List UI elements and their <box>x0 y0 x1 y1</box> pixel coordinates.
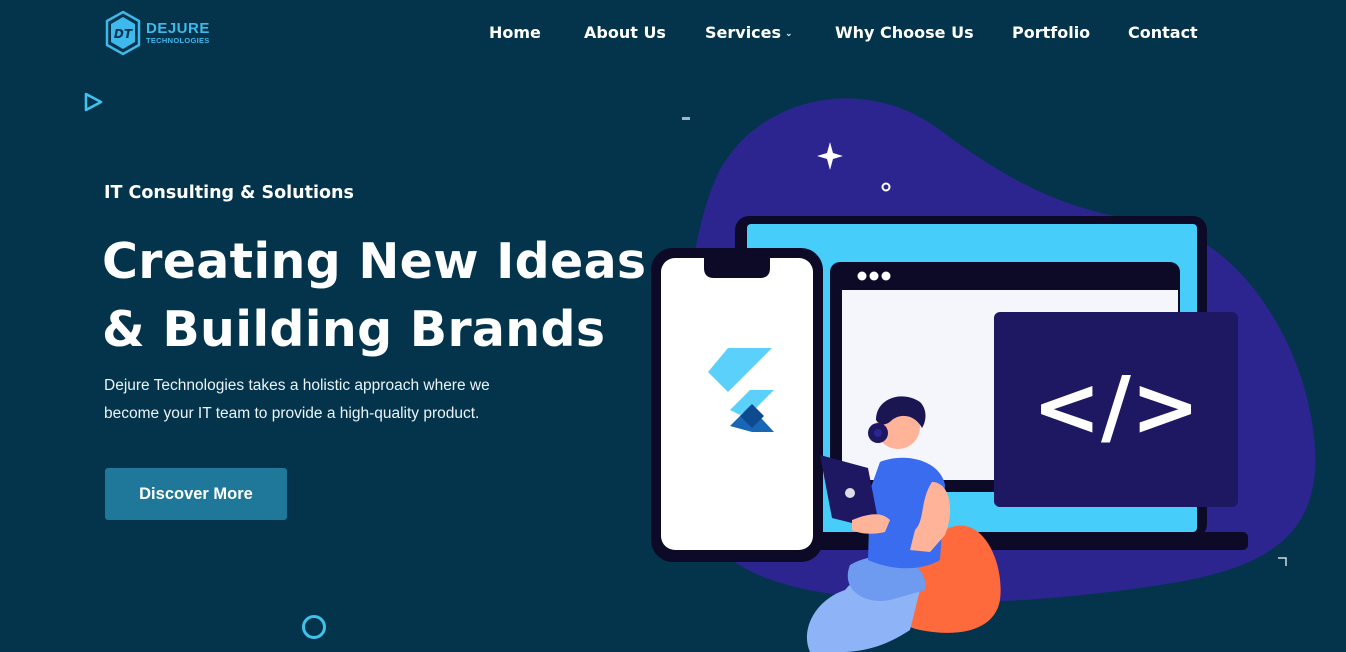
headline-line-2: & Building Brands <box>102 301 606 358</box>
hero-illustration: </> <box>651 98 1316 652</box>
logo-hexagon-icon: DT <box>105 10 141 56</box>
headline-line-1: Creating New Ideas <box>102 233 647 290</box>
brand-logo[interactable]: DT DEJURE TECHNOLOGIES <box>104 10 210 56</box>
nav-services[interactable]: Services ⌄ <box>705 23 793 42</box>
hero-headline: Creating New Ideas & Building Brands <box>102 228 646 364</box>
chevron-down-icon: ⌄ <box>785 28 793 39</box>
nav-portfolio[interactable]: Portfolio <box>1012 23 1090 42</box>
hero-eyebrow: IT Consulting & Solutions <box>104 183 354 203</box>
description-line-1: Dejure Technologies takes a holistic app… <box>104 377 490 394</box>
brand-subtitle: TECHNOLOGIES <box>146 36 210 46</box>
nav-contact[interactable]: Contact <box>1128 23 1198 42</box>
code-brackets-icon: </> <box>1032 360 1199 455</box>
play-triangle-deco-icon <box>84 92 103 112</box>
gear-icon <box>868 423 888 443</box>
code-panel: </> <box>994 312 1238 507</box>
tiny-dash-deco <box>682 117 690 120</box>
discover-more-button[interactable]: Discover More <box>105 468 287 520</box>
hero-description: Dejure Technologies takes a holistic app… <box>104 372 544 428</box>
ring-deco-icon <box>302 615 326 639</box>
corner-deco <box>1278 557 1287 566</box>
nav-why-choose-us[interactable]: Why Choose Us <box>835 23 974 42</box>
nav-about-us[interactable]: About Us <box>584 23 666 42</box>
brand-name: DEJURE <box>146 20 210 38</box>
logo-mark-letters: DT <box>114 27 133 41</box>
nav-home[interactable]: Home <box>489 23 541 42</box>
description-line-2: become your IT team to provide a high-qu… <box>104 405 480 422</box>
